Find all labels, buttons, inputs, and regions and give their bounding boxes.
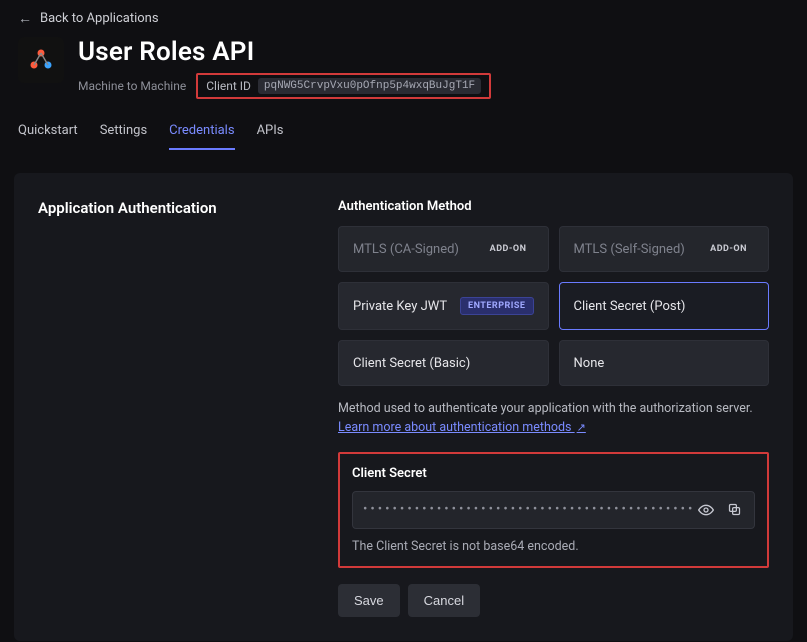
- client-id-value[interactable]: pqNWG5CrvpVxu0pOfnp5p4wxqBuJgT1F: [258, 78, 481, 94]
- learn-more-label: Learn more about authentication methods: [338, 420, 572, 435]
- client-secret-row: [352, 491, 755, 529]
- method-client-secret-post[interactable]: Client Secret (Post): [559, 282, 770, 330]
- credentials-panel: Application Authentication Authenticatio…: [14, 173, 793, 641]
- app-icon: [18, 37, 64, 83]
- app-type-label: Machine to Machine: [78, 79, 186, 93]
- copy-secret-button[interactable]: [720, 496, 748, 524]
- enterprise-badge: ENTERPRISE: [460, 297, 534, 315]
- tab-settings[interactable]: Settings: [100, 123, 147, 150]
- method-label: None: [574, 356, 605, 371]
- copy-icon: [727, 502, 742, 517]
- client-secret-note: The Client Secret is not base64 encoded.: [352, 539, 755, 554]
- client-secret-label: Client Secret: [352, 466, 755, 481]
- method-label: MTLS (Self-Signed): [574, 242, 685, 257]
- method-label: Client Secret (Post): [574, 299, 686, 314]
- method-mtls-self[interactable]: MTLS (Self-Signed) ADD-ON: [559, 226, 770, 272]
- app-header: User Roles API Machine to Machine Client…: [0, 37, 807, 105]
- page-title: User Roles API: [78, 37, 491, 67]
- client-secret-input[interactable]: [363, 502, 692, 517]
- method-none[interactable]: None: [559, 340, 770, 386]
- method-private-key-jwt[interactable]: Private Key JWT ENTERPRISE: [338, 282, 549, 330]
- tab-bar: Quickstart Settings Credentials APIs: [0, 105, 807, 151]
- cancel-button[interactable]: Cancel: [408, 584, 480, 617]
- back-link-label: Back to Applications: [40, 11, 159, 26]
- auth-method-helper: Method used to authenticate your applica…: [338, 400, 769, 438]
- learn-more-link[interactable]: Learn more about authentication methods …: [338, 420, 586, 435]
- action-buttons: Save Cancel: [338, 584, 769, 617]
- helper-text: Method used to authenticate your applica…: [338, 401, 753, 416]
- save-button[interactable]: Save: [338, 584, 400, 617]
- client-id-label: Client ID: [206, 79, 251, 93]
- tab-quickstart[interactable]: Quickstart: [18, 123, 78, 150]
- tab-apis[interactable]: APIs: [257, 123, 284, 150]
- addon-badge: ADD-ON: [483, 241, 534, 257]
- reveal-secret-button[interactable]: [692, 496, 720, 524]
- addon-badge: ADD-ON: [703, 241, 754, 257]
- method-mtls-ca[interactable]: MTLS (CA-Signed) ADD-ON: [338, 226, 549, 272]
- back-to-applications-link[interactable]: ← Back to Applications: [0, 0, 177, 37]
- auth-method-label: Authentication Method: [338, 199, 769, 214]
- app-logo-icon: [26, 45, 56, 75]
- method-label: Private Key JWT: [353, 299, 447, 314]
- method-label: MTLS (CA-Signed): [353, 242, 459, 257]
- client-secret-block: Client Secret The Client Secret is not b…: [338, 452, 769, 568]
- method-client-secret-basic[interactable]: Client Secret (Basic): [338, 340, 549, 386]
- panel-heading: Application Authentication: [38, 199, 298, 217]
- tab-credentials[interactable]: Credentials: [169, 123, 234, 150]
- eye-icon: [698, 502, 714, 518]
- client-id-box: Client ID pqNWG5CrvpVxu0pOfnp5p4wxqBuJgT…: [196, 73, 491, 99]
- arrow-left-icon: ←: [18, 10, 32, 27]
- external-link-icon: ↗: [577, 421, 586, 434]
- method-label: Client Secret (Basic): [353, 356, 470, 371]
- auth-method-grid: MTLS (CA-Signed) ADD-ON MTLS (Self-Signe…: [338, 226, 769, 386]
